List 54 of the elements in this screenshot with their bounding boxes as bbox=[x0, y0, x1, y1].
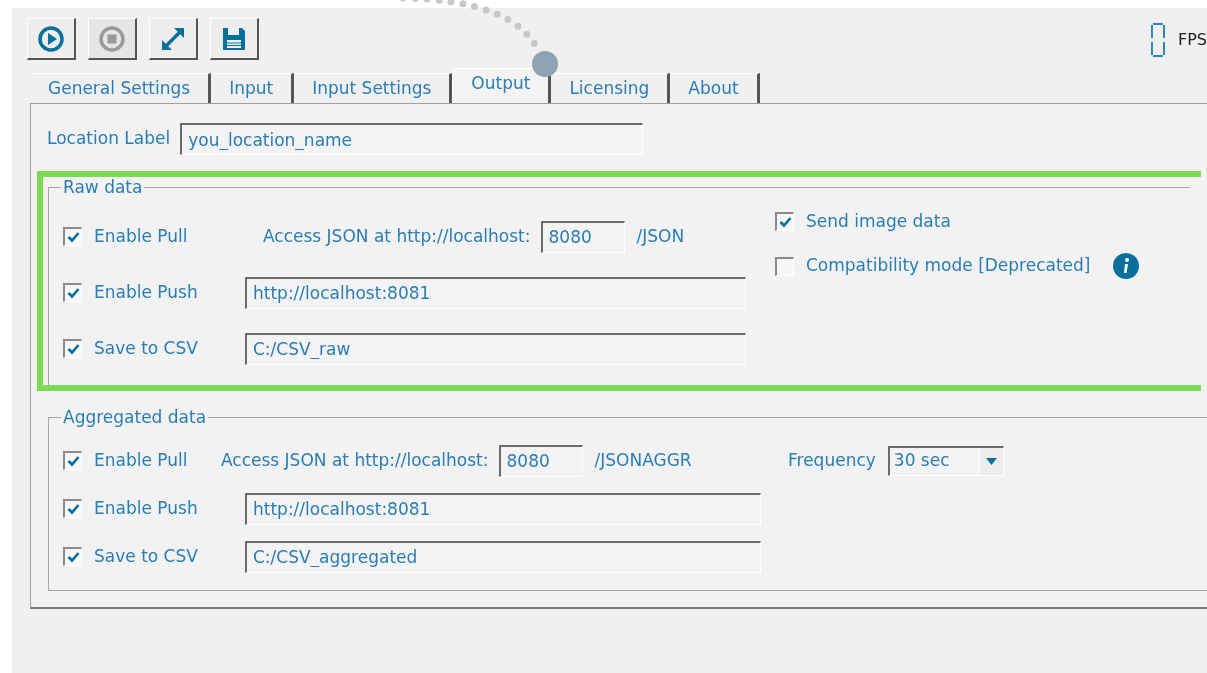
toolbar-button[interactable] bbox=[27, 18, 76, 60]
checkbox-label: Save to CSV bbox=[94, 544, 198, 568]
checkbox-label: Compatibility mode [Deprecated] bbox=[806, 254, 1091, 278]
frequency-label: Frequency bbox=[788, 448, 876, 472]
tab[interactable]: General Settings bbox=[30, 73, 212, 103]
tab[interactable]: About bbox=[670, 73, 760, 103]
checkbox[interactable] bbox=[63, 547, 82, 566]
stop-icon bbox=[98, 24, 126, 53]
check-icon bbox=[66, 343, 80, 355]
checkbox-label: Enable Push bbox=[94, 496, 198, 520]
check-icon bbox=[778, 215, 792, 228]
port-field[interactable]: 8080 bbox=[540, 220, 625, 253]
play-icon bbox=[37, 24, 65, 53]
checkbox[interactable] bbox=[63, 339, 82, 358]
toolbar-button[interactable] bbox=[210, 18, 259, 60]
port-field[interactable]: 8080 bbox=[498, 444, 583, 477]
checkbox[interactable] bbox=[63, 283, 82, 302]
access-text: Access JSON at http://localhost: bbox=[221, 448, 489, 472]
digit-display-icon bbox=[1150, 22, 1166, 58]
checkbox-label: Enable Pull bbox=[94, 224, 188, 248]
location-label: Location Label bbox=[47, 127, 171, 151]
checkbox-label: Enable Pull bbox=[94, 448, 188, 472]
access-text: Access JSON at http://localhost: bbox=[263, 224, 531, 248]
group-title: Raw data bbox=[62, 176, 144, 199]
check-icon bbox=[66, 231, 80, 243]
checkbox[interactable] bbox=[63, 227, 82, 246]
tab[interactable]: Licensing bbox=[551, 73, 671, 103]
group-title: Aggregated data bbox=[62, 406, 208, 429]
checkbox[interactable] bbox=[775, 211, 794, 231]
checkbox-label: Save to CSV bbox=[94, 336, 198, 360]
endpoint-text: /JSON bbox=[636, 224, 685, 248]
endpoint-text: /JSONAGGR bbox=[594, 448, 692, 472]
checkbox[interactable] bbox=[63, 499, 82, 518]
checkbox[interactable] bbox=[775, 256, 794, 276]
path-field[interactable]: http://localhost:8081 bbox=[245, 276, 746, 309]
frequency-dropdown[interactable]: 30 sec bbox=[887, 445, 1004, 476]
tab[interactable]: Input bbox=[211, 73, 295, 103]
check-icon bbox=[66, 503, 80, 515]
checkbox-label: Enable Push bbox=[94, 280, 198, 304]
caret-icon bbox=[985, 457, 997, 465]
check-icon bbox=[66, 287, 80, 299]
tab[interactable]: Output bbox=[452, 68, 552, 103]
path-field[interactable]: http://localhost:8081 bbox=[245, 492, 761, 525]
checkbox[interactable] bbox=[63, 451, 82, 470]
check-icon bbox=[66, 551, 80, 563]
toolbar-button[interactable] bbox=[149, 18, 198, 60]
info-icon[interactable] bbox=[1112, 253, 1139, 279]
path-field[interactable]: C:/CSV_raw bbox=[245, 332, 746, 365]
location-field[interactable]: you_location_name bbox=[180, 123, 644, 155]
fps-label: FPS bbox=[1178, 29, 1207, 51]
checkbox-label: Send image data bbox=[806, 209, 951, 233]
path-field[interactable]: C:/CSV_aggregated bbox=[245, 540, 761, 573]
check-icon bbox=[66, 455, 80, 467]
tab[interactable]: Input Settings bbox=[294, 73, 453, 103]
